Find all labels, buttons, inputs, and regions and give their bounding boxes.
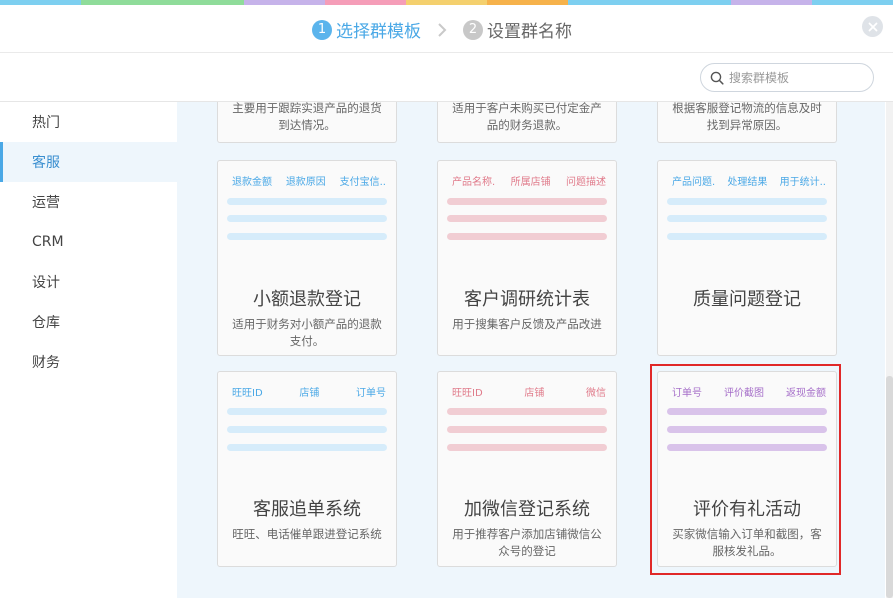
- field-label: 微信: [586, 388, 606, 399]
- sidebar-item-label: 设计: [32, 275, 60, 291]
- field-label: 支付宝信..: [339, 177, 386, 188]
- sidebar-item-operations[interactable]: 运营: [0, 182, 177, 222]
- content-scrollbar[interactable]: [886, 102, 893, 598]
- template-desc: 主要用于跟踪实退产品的退货到达情况。: [232, 102, 382, 132]
- template-fields: 旺旺ID 店铺 订单号: [218, 384, 396, 399]
- placeholder-bar: [447, 198, 607, 205]
- close-button[interactable]: [862, 16, 883, 37]
- placeholder-bar: [667, 215, 827, 222]
- sidebar-item-hot[interactable]: 热门: [0, 102, 177, 142]
- close-icon: [868, 22, 877, 31]
- template-desc: 旺旺、电话催单跟进登记系统: [232, 527, 382, 541]
- step-select-template[interactable]: 1 选择群模板: [312, 17, 421, 42]
- placeholder-bar: [227, 233, 387, 240]
- step-number: 2: [463, 19, 483, 40]
- sidebar-item-label: 客服: [32, 155, 60, 171]
- placeholder-bar: [227, 215, 387, 222]
- sidebar-item-label: 运营: [32, 195, 60, 211]
- wizard-steps: 1 选择群模板 2 设置群名称: [312, 17, 572, 42]
- field-label: 旺旺ID: [452, 388, 483, 399]
- placeholder-bar: [227, 444, 387, 451]
- placeholder-bar: [227, 426, 387, 433]
- sidebar-item-crm[interactable]: CRM: [0, 222, 177, 262]
- field-label: 退款原因: [285, 177, 326, 188]
- sidebar-item-finance[interactable]: 财务: [0, 342, 177, 382]
- field-label: 店铺: [524, 388, 545, 399]
- placeholder-bar: [447, 215, 607, 222]
- chevron-right-icon: [429, 20, 455, 40]
- template-title: 小额退款登记: [253, 289, 361, 310]
- template-card[interactable]: 产品问题. 处理结果 用于统计.. 质量问题登记: [657, 160, 837, 356]
- field-label: 店铺: [299, 388, 320, 399]
- template-desc: 适用于客户未购买已付定金产品的财务退款。: [452, 102, 602, 132]
- field-label: 问题描述: [566, 177, 606, 188]
- category-sidebar: 热门 客服 运营 CRM 设计 仓库 财务: [0, 102, 177, 598]
- step-label: 设置群名称: [487, 22, 572, 42]
- template-desc: 根据客服登记物流的信息及时找到异常原因。: [672, 102, 822, 132]
- step-label: 选择群模板: [336, 22, 421, 42]
- template-card[interactable]: 适用于客户未购买已付定金产品的财务退款。: [437, 102, 617, 143]
- search-icon: [710, 71, 724, 85]
- template-desc: 用于推荐客户添加店铺微信公众号的登记: [452, 527, 602, 558]
- field-label: 用于统计..: [779, 177, 826, 188]
- template-desc: 用于搜集客户反馈及产品改进: [452, 317, 602, 331]
- template-title: 客服追单系统: [253, 499, 361, 520]
- template-title: 客户调研统计表: [464, 289, 590, 310]
- template-fields: 旺旺ID 店铺 微信: [438, 384, 616, 399]
- field-label: 产品名称.: [452, 177, 496, 188]
- template-title: 质量问题登记: [693, 289, 801, 310]
- sidebar-item-warehouse[interactable]: 仓库: [0, 302, 177, 342]
- template-card[interactable]: 退款金额 退款原因 支付宝信.. 小额退款登记 适用于财务对小额产品的退款支付。: [217, 160, 397, 356]
- placeholder-bar: [447, 426, 607, 433]
- field-label: 产品问题.: [672, 177, 716, 188]
- sidebar-item-label: 财务: [32, 355, 60, 371]
- template-card[interactable]: 根据客服登记物流的信息及时找到异常原因。: [657, 102, 837, 143]
- template-desc: 适用于财务对小额产品的退款支付。: [232, 317, 382, 348]
- template-search: [700, 63, 874, 92]
- template-fields: 产品问题. 处理结果 用于统计..: [658, 173, 836, 188]
- field-label: 退款金额: [232, 177, 272, 188]
- sidebar-item-label: CRM: [32, 234, 64, 250]
- sidebar-item-design[interactable]: 设计: [0, 262, 177, 302]
- step-number: 1: [312, 19, 332, 40]
- placeholder-bar: [447, 444, 607, 451]
- field-label: 旺旺ID: [232, 388, 263, 399]
- wizard-header: 1 选择群模板 2 设置群名称: [0, 5, 893, 53]
- field-label: 所属店铺: [510, 177, 551, 188]
- placeholder-bar: [667, 198, 827, 205]
- search-input[interactable]: [729, 70, 859, 85]
- placeholder-bar: [447, 408, 607, 415]
- template-fields: 退款金额 退款原因 支付宝信..: [218, 173, 396, 188]
- sidebar-item-label: 仓库: [32, 315, 60, 331]
- field-label: 订单号: [356, 388, 386, 399]
- sidebar-item-label: 热门: [32, 115, 60, 131]
- template-card[interactable]: 主要用于跟踪实退产品的退货到达情况。: [217, 102, 397, 143]
- template-card[interactable]: 产品名称. 所属店铺 问题描述 客户调研统计表 用于搜集客户反馈及产品改进: [437, 160, 617, 356]
- selection-highlight: [650, 364, 841, 575]
- sidebar-item-customer-service[interactable]: 客服: [0, 142, 177, 182]
- step-set-name[interactable]: 2 设置群名称: [463, 17, 572, 42]
- placeholder-bar: [667, 233, 827, 240]
- template-card[interactable]: 旺旺ID 店铺 订单号 客服追单系统 旺旺、电话催单跟进登记系统: [217, 371, 397, 567]
- placeholder-bar: [447, 233, 607, 240]
- placeholder-bar: [227, 408, 387, 415]
- field-label: 处理结果: [727, 177, 768, 188]
- template-title: 加微信登记系统: [464, 499, 590, 520]
- template-card[interactable]: 旺旺ID 店铺 微信 加微信登记系统 用于推荐客户添加店铺微信公众号的登记: [437, 371, 617, 567]
- scrollbar-thumb[interactable]: [886, 376, 893, 598]
- placeholder-bar: [227, 198, 387, 205]
- template-fields: 产品名称. 所属店铺 问题描述: [438, 173, 616, 188]
